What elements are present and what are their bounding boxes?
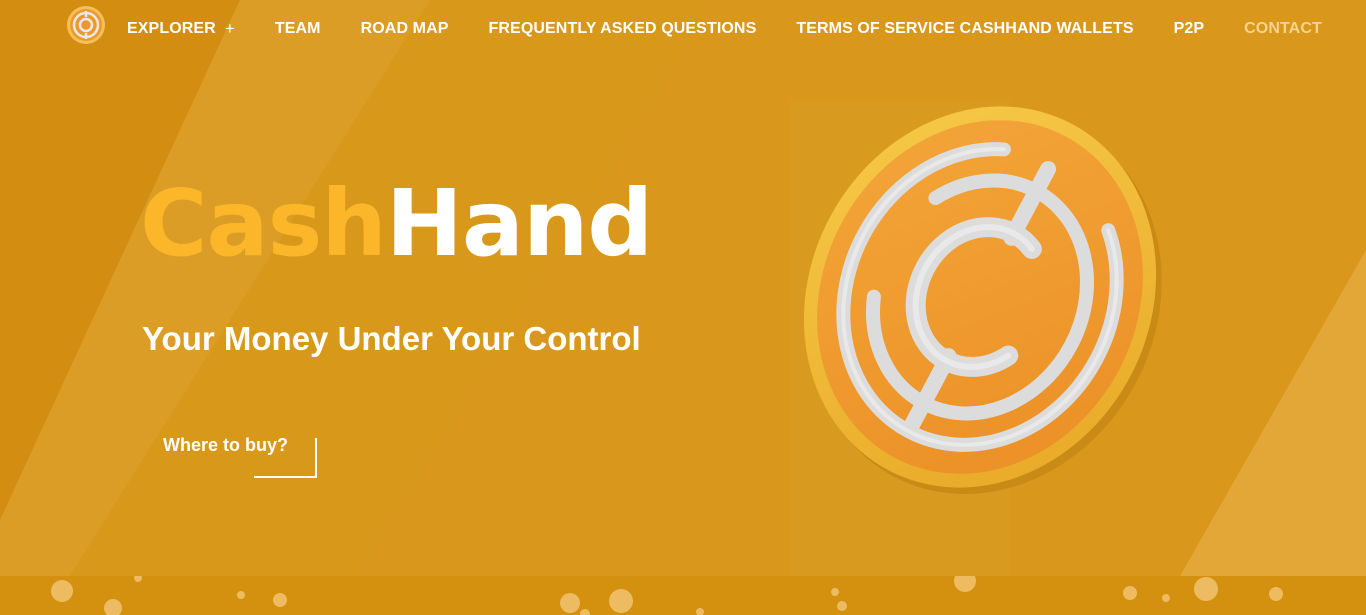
- page: EXPLORER + TEAM ROAD MAP FREQUENTLY ASKE…: [0, 0, 1366, 615]
- nav-item-terms-of-service[interactable]: TERMS OF SERVICE CASHHAND WALLETS: [796, 20, 1133, 38]
- nav-item-team[interactable]: TEAM: [275, 20, 321, 38]
- plus-icon[interactable]: +: [225, 19, 235, 39]
- footer-band: [0, 576, 1366, 615]
- hero-tagline: Your Money Under Your Control: [142, 320, 641, 357]
- cashhand-coin-icon: [803, 106, 1162, 494]
- button-corner-horizontal: [254, 476, 317, 478]
- nav-item-label: P2P: [1173, 20, 1205, 37]
- nav-item-label: FREQUENTLY ASKED QUESTIONS: [488, 20, 757, 37]
- cashhand-coin-logo-icon[interactable]: [66, 5, 106, 45]
- nav-item-label: CONTACT: [1244, 20, 1322, 37]
- brand-wordmark: CashHand: [140, 178, 653, 270]
- nav-item-p2p[interactable]: P2P: [1174, 20, 1205, 38]
- nav-item-label: TERMS OF SERVICE CASHHAND WALLETS: [796, 20, 1134, 37]
- bubbles-decoration: [51, 576, 1283, 615]
- brand-part-cash: Cash: [140, 170, 387, 277]
- nav-item-label: TEAM: [274, 20, 321, 37]
- button-corner-vertical: [315, 438, 317, 478]
- nav-item-faq[interactable]: FREQUENTLY ASKED QUESTIONS: [489, 20, 757, 38]
- nav-item-label: ROAD MAP: [360, 20, 449, 37]
- nav-item-road-map[interactable]: ROAD MAP: [361, 20, 449, 38]
- nav-item-label: EXPLORER: [127, 20, 216, 37]
- where-to-buy-button[interactable]: Where to buy?: [146, 432, 317, 478]
- top-navigation: EXPLORER + TEAM ROAD MAP FREQUENTLY ASKE…: [0, 0, 1366, 56]
- nav-item-explorer[interactable]: EXPLORER +: [127, 19, 235, 39]
- brand-part-hand: Hand: [385, 170, 653, 277]
- where-to-buy-label: Where to buy?: [163, 435, 288, 455]
- nav-item-contact[interactable]: CONTACT: [1244, 20, 1322, 38]
- nav-menu: EXPLORER + TEAM ROAD MAP FREQUENTLY ASKE…: [127, 17, 1322, 41]
